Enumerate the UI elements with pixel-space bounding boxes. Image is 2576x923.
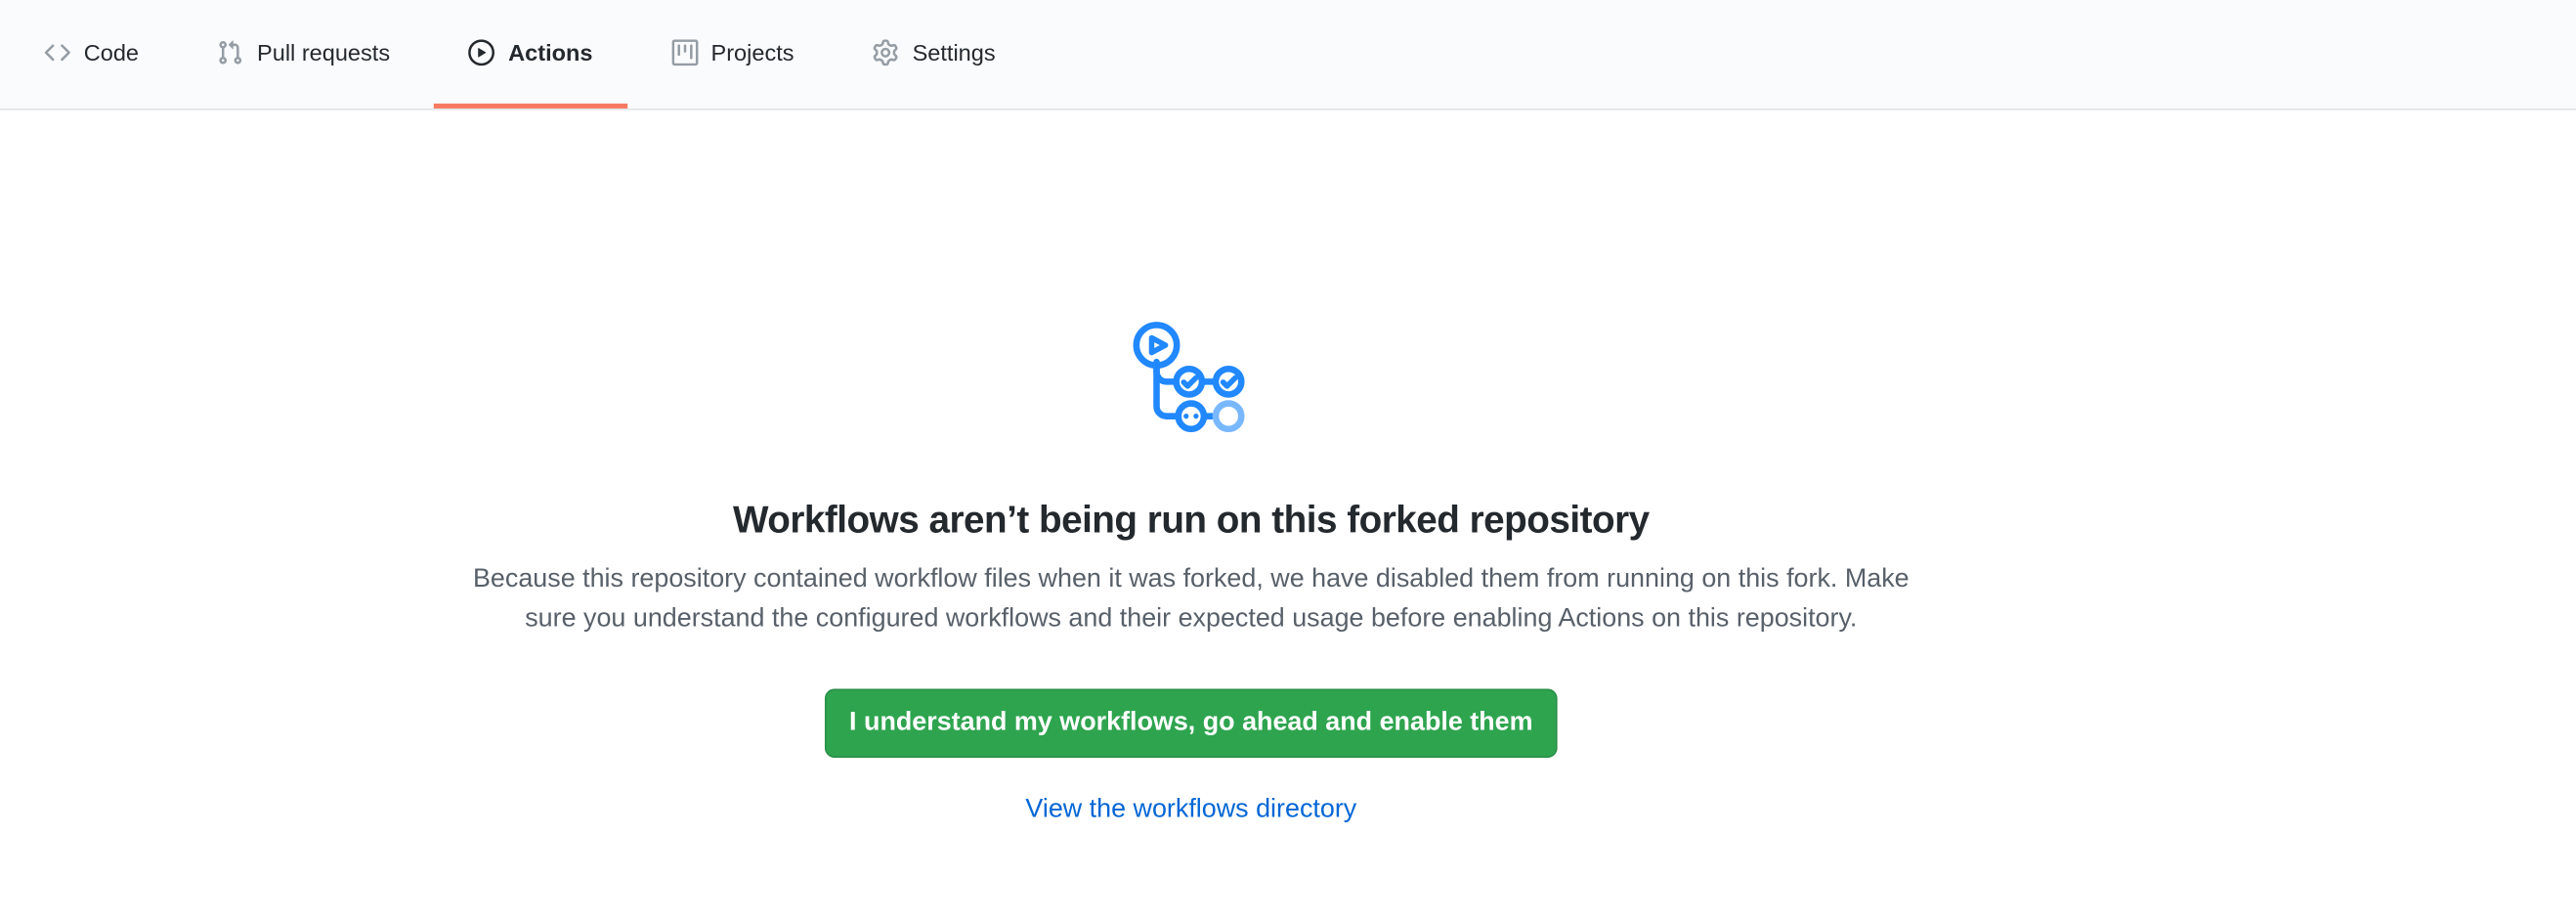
tab-actions-label: Actions [508,40,592,64]
tab-pull-requests[interactable]: Pull requests [183,0,424,109]
tab-settings-label: Settings [913,40,996,64]
description-line-2: sure you understand the configured workf… [525,605,1857,634]
workflows-link-row: View the workflows directory [0,794,2383,827]
tab-projects-label: Projects [711,40,794,64]
page-title: Workflows aren’t being run on this forke… [0,495,2383,544]
tab-code-label: Code [84,40,139,64]
play-icon [469,39,495,66]
workflow-graph-icon [1122,311,1260,444]
tab-settings[interactable]: Settings [838,0,1030,109]
project-icon [671,39,698,66]
tab-actions[interactable]: Actions [434,0,626,109]
actions-disabled-blankslate: Workflows aren’t being run on this forke… [0,110,2383,827]
tab-projects[interactable]: Projects [637,0,829,109]
page: Code Pull requests Actions Projects Sett… [0,0,2576,923]
enable-workflows-button[interactable]: I understand my workflows, go ahead and … [825,688,1558,758]
tab-pull-requests-label: Pull requests [257,40,390,64]
gear-icon [873,39,899,66]
code-icon [44,39,70,66]
description-text: Because this repository contained workfl… [0,560,2383,639]
git-pull-request-icon [218,39,244,66]
view-workflows-directory-link[interactable]: View the workflows directory [1025,796,1356,824]
enable-button-row: I understand my workflows, go ahead and … [0,639,2383,758]
repo-tabnav: Code Pull requests Actions Projects Sett… [0,0,2576,110]
description-line-1: Because this repository contained workfl… [473,565,1910,593]
tab-code[interactable]: Code [10,0,173,109]
